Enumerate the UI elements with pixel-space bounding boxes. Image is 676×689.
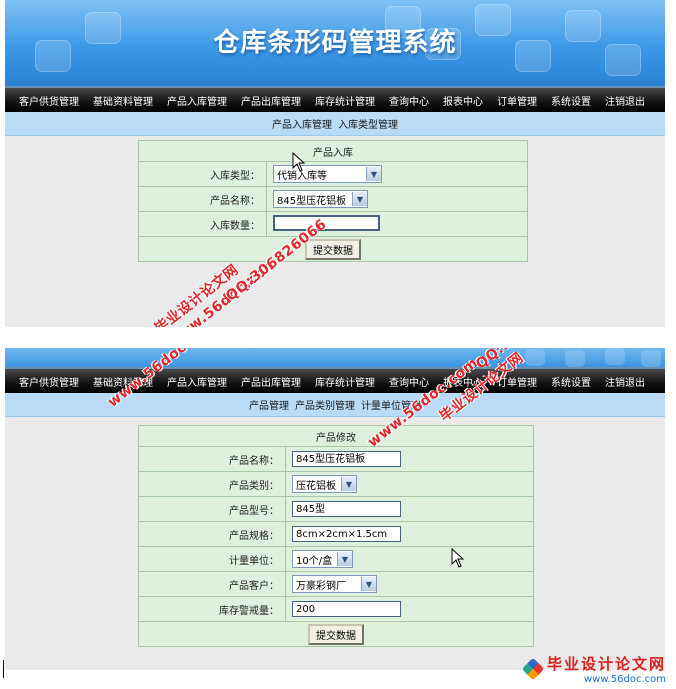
logo-icon: [521, 657, 545, 681]
nav-item-report[interactable]: 报表中心: [443, 93, 483, 108]
field-cell: 845型压花铝板: [285, 446, 534, 472]
field-cell: 压花铝板 ▼: [285, 471, 534, 497]
text-caret: [3, 660, 4, 678]
field-cell: 8cm×2cm×1.5cm: [285, 521, 534, 547]
mouse-cursor-icon: [451, 548, 465, 568]
chevron-down-icon: ▼: [361, 577, 376, 591]
chevron-down-icon: ▼: [337, 552, 352, 566]
chevron-down-icon: ▼: [352, 192, 367, 206]
field-label: 入库数量：: [138, 211, 267, 237]
field-label: 产品名称：: [138, 446, 286, 472]
field-label: 产品规格：: [138, 521, 286, 547]
stock-in-type-select[interactable]: 代销入库等 ▼: [273, 165, 382, 183]
nav-item-inventory[interactable]: 库存统计管理: [315, 93, 375, 108]
app-title: 仓库条形码管理系统: [213, 28, 457, 58]
nav-item-inventory[interactable]: 库存统计管理: [315, 374, 375, 389]
chevron-down-icon: ▼: [366, 167, 381, 181]
product-name-input[interactable]: 845型压花铝板: [292, 451, 401, 467]
nav-item-orders[interactable]: 订单管理: [497, 93, 537, 108]
product-edit-form: 产品修改 产品名称： 845型压花铝板 产品类别： 压花铝板 ▼ 产品型号： 8…: [138, 425, 534, 647]
banner-decoration: [525, 349, 545, 366]
category-select[interactable]: 压花铝板 ▼: [292, 475, 357, 493]
submit-cell: 提交数据: [138, 621, 534, 647]
chevron-down-icon: ▼: [341, 477, 356, 491]
select-value: 845型压花铝板: [277, 195, 347, 207]
nav-item-supplier[interactable]: 客户供货管理: [19, 93, 79, 108]
select-value: 10个/盒: [296, 555, 333, 567]
field-cell: 200: [285, 596, 534, 622]
field-cell: 10个/盒 ▼: [285, 546, 534, 572]
customer-select[interactable]: 万豪彩钢厂 ▼: [292, 575, 377, 593]
submit-button[interactable]: 提交数据: [308, 623, 364, 645]
field-label: 库存警戒量：: [138, 596, 286, 622]
nav-item-settings[interactable]: 系统设置: [551, 93, 591, 108]
stock-in-form: 产品入库 入库类型： 代销入库等 ▼ 产品名称： 845型压花铝板 ▼ 入库数量…: [138, 140, 528, 262]
header-banner: 仓库条形码管理系统: [5, 0, 665, 86]
banner-decoration: [565, 350, 585, 367]
nav-item-query[interactable]: 查询中心: [389, 374, 429, 389]
nav-item-stock-out[interactable]: 产品出库管理: [241, 93, 301, 108]
nav-item-query[interactable]: 查询中心: [389, 93, 429, 108]
subnav-product[interactable]: 产品管理: [249, 397, 289, 412]
spec-input[interactable]: 8cm×2cm×1.5cm: [292, 526, 401, 542]
field-label: 产品客户：: [138, 571, 286, 597]
nav-item-logout[interactable]: 注销退出: [605, 93, 645, 108]
field-label: 计量单位：: [138, 546, 286, 572]
select-value: 压花铝板: [296, 480, 336, 492]
unit-select[interactable]: 10个/盒 ▼: [292, 550, 353, 568]
subnav-product-category[interactable]: 产品类别管理: [295, 397, 355, 412]
sub-nav: 产品管理 产品类别管理 计量单位管理: [5, 393, 665, 417]
nav-item-stock-out[interactable]: 产品出库管理: [241, 374, 301, 389]
field-label: 产品型号：: [138, 496, 286, 522]
footer-logo: 毕业设计论文网 www.56doc.com: [521, 653, 666, 685]
field-cell: 845型压花铝板 ▼: [266, 186, 528, 212]
footer-url: www.56doc.com: [583, 674, 666, 685]
form-title: 产品修改: [138, 425, 534, 447]
submit-cell: 提交数据: [138, 236, 528, 262]
main-nav: 客户供货管理 基础资料管理 产品入库管理 产品出库管理 库存统计管理 查询中心 …: [5, 367, 665, 393]
nav-item-stock-in[interactable]: 产品入库管理: [167, 93, 227, 108]
nav-item-supplier[interactable]: 客户供货管理: [19, 374, 79, 389]
sub-nav: 产品入库管理 入库类型管理: [5, 112, 665, 136]
nav-item-basic-data[interactable]: 基础资料管理: [93, 93, 153, 108]
footer-title: 毕业设计论文网: [546, 655, 666, 673]
nav-item-logout[interactable]: 注销退出: [605, 374, 645, 389]
footer-logo-text: 毕业设计论文网 www.56doc.com: [547, 653, 666, 685]
screenshot-product-edit: 客户供货管理 基础资料管理 产品入库管理 产品出库管理 库存统计管理 查询中心 …: [5, 348, 665, 670]
field-cell: 万豪彩钢厂 ▼: [285, 571, 534, 597]
field-label: 入库类型：: [138, 161, 267, 187]
banner-decoration: [605, 348, 625, 365]
select-value: 万豪彩钢厂: [296, 580, 346, 592]
stock-warning-input[interactable]: 200: [292, 601, 401, 617]
subnav-stock-in-type[interactable]: 入库类型管理: [338, 116, 398, 131]
product-name-select[interactable]: 845型压花铝板 ▼: [273, 190, 368, 208]
header-banner-strip: [5, 348, 665, 367]
field-label: 产品类别：: [138, 471, 286, 497]
field-label: 产品名称：: [138, 186, 267, 212]
nav-item-settings[interactable]: 系统设置: [551, 374, 591, 389]
mouse-cursor-icon: [292, 152, 306, 172]
banner-decoration: [641, 350, 661, 367]
subnav-stock-in[interactable]: 产品入库管理: [272, 116, 332, 131]
select-value: 代销入库等: [277, 170, 327, 182]
field-cell: 845型: [285, 496, 534, 522]
model-input[interactable]: 845型: [292, 501, 401, 517]
main-nav: 客户供货管理 基础资料管理 产品入库管理 产品出库管理 库存统计管理 查询中心 …: [5, 86, 665, 112]
screenshot-stock-in: 仓库条形码管理系统 客户供货管理 基础资料管理 产品入库管理 产品出库管理 库存…: [5, 0, 665, 327]
nav-item-stock-in[interactable]: 产品入库管理: [167, 374, 227, 389]
form-title: 产品入库: [138, 140, 528, 162]
